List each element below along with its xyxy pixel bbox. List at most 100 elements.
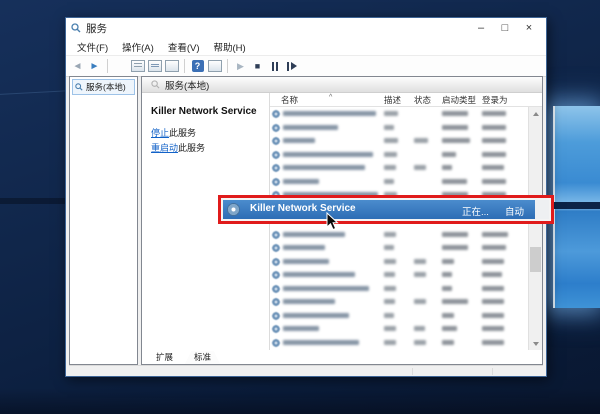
menu-file[interactable]: 文件(F): [70, 40, 115, 54]
services-app-icon: [71, 23, 81, 33]
blurred-text: [384, 165, 396, 170]
column-header-description[interactable]: 描述: [384, 94, 401, 106]
service-gear-icon: [272, 124, 280, 132]
stop-service-link[interactable]: 停止: [151, 128, 169, 138]
blurred-text: [414, 138, 428, 143]
window-title: 服务: [86, 21, 107, 36]
refresh-button[interactable]: [164, 58, 179, 74]
export-list-button[interactable]: [147, 58, 162, 74]
selected-row-scrollbar-gap: [535, 200, 549, 219]
service-row[interactable]: [270, 161, 528, 175]
statusbar-divider: [412, 368, 413, 375]
service-row[interactable]: [270, 121, 528, 135]
service-row[interactable]: [270, 175, 528, 189]
rows-below-selection: [270, 228, 528, 351]
blurred-text: [283, 286, 369, 291]
tab-extended[interactable]: 扩展: [147, 351, 182, 364]
pane-header: 服务(本地): [142, 77, 542, 93]
column-header-logon-as[interactable]: 登录为: [482, 94, 508, 106]
blurred-text: [283, 138, 315, 143]
blurred-text: [442, 111, 468, 116]
blurred-text: [283, 326, 319, 331]
service-row[interactable]: [270, 241, 528, 255]
restart-service-button[interactable]: [284, 58, 299, 74]
service-gear-icon: [272, 258, 280, 266]
blurred-text: [442, 125, 468, 130]
blurred-text: [384, 286, 396, 291]
service-gear-icon: [272, 137, 280, 145]
selected-service-row[interactable]: Killer Network Service 正在... 自动: [223, 200, 535, 219]
blurred-text: [384, 111, 398, 116]
toolbar-separator: [107, 59, 108, 73]
sort-ascending-icon: ^: [329, 94, 332, 101]
menu-help[interactable]: 帮助(H): [206, 40, 252, 54]
service-row[interactable]: [270, 228, 528, 242]
window-pane-icon: [208, 60, 222, 72]
menu-action[interactable]: 操作(A): [115, 40, 161, 54]
blurred-text: [482, 299, 504, 304]
service-row[interactable]: [270, 282, 528, 296]
blurred-text: [442, 245, 468, 250]
blurred-text: [283, 152, 373, 157]
stop-service-icon[interactable]: ■: [250, 58, 265, 74]
scroll-down-icon: [533, 342, 539, 346]
service-row[interactable]: [270, 336, 528, 350]
service-row[interactable]: [270, 148, 528, 162]
blurred-text: [384, 272, 395, 277]
maximize-button[interactable]: □: [493, 19, 517, 37]
help-button[interactable]: ?: [190, 58, 205, 74]
blurred-text: [384, 245, 394, 250]
blurred-text: [442, 138, 470, 143]
pause-service-button[interactable]: [267, 58, 282, 74]
blurred-text: [442, 326, 457, 331]
blurred-text: [482, 286, 504, 291]
column-header-startup-type[interactable]: 启动类型: [442, 94, 476, 106]
extended-view-button[interactable]: [207, 58, 222, 74]
vertical-scrollbar[interactable]: [528, 107, 542, 350]
column-header-status[interactable]: 状态: [414, 94, 431, 106]
wallpaper-bottom-shade: [0, 388, 600, 414]
close-button[interactable]: ×: [517, 19, 541, 37]
properties-button[interactable]: [130, 58, 145, 74]
menu-view[interactable]: 查看(V): [161, 40, 207, 54]
mouse-cursor: [326, 212, 340, 231]
tab-standard[interactable]: 标准: [185, 351, 220, 364]
blurred-text: [442, 340, 454, 345]
blurred-text: [414, 272, 426, 277]
service-row[interactable]: [270, 134, 528, 148]
service-gear-icon: [272, 312, 280, 320]
forward-icon[interactable]: ►: [87, 58, 102, 74]
blurred-text: [414, 165, 426, 170]
pause-icon: [272, 61, 278, 71]
blurred-text: [482, 326, 504, 331]
scroll-up-button[interactable]: [529, 107, 542, 120]
blurred-text: [283, 259, 329, 264]
service-row[interactable]: [270, 349, 528, 350]
back-icon[interactable]: ◄: [70, 58, 85, 74]
scrollbar-thumb[interactable]: [530, 247, 541, 272]
blurred-text: [482, 232, 508, 237]
titlebar[interactable]: 服务 – □ ×: [66, 18, 546, 38]
tree-item-services-local[interactable]: 服务(本地): [72, 79, 135, 95]
service-row[interactable]: [270, 309, 528, 323]
blurred-text: [482, 125, 506, 130]
service-row[interactable]: [270, 295, 528, 309]
service-gear-icon: [272, 285, 280, 293]
service-row[interactable]: [270, 322, 528, 336]
blurred-text: [283, 111, 376, 116]
service-row[interactable]: [270, 107, 528, 121]
toolbar-separator: [227, 59, 228, 73]
show-console-tree-button[interactable]: [113, 58, 128, 74]
scroll-down-button[interactable]: [529, 337, 542, 350]
menubar: 文件(F) 操作(A) 查看(V) 帮助(H): [66, 38, 546, 56]
service-row[interactable]: [270, 268, 528, 282]
start-service-icon[interactable]: ▶: [233, 58, 248, 74]
minimize-button[interactable]: –: [469, 19, 493, 37]
services-node-icon: [75, 83, 83, 91]
service-gear-icon: [272, 231, 280, 239]
blurred-text: [384, 326, 396, 331]
service-row[interactable]: [270, 255, 528, 269]
restart-service-link[interactable]: 重启动: [151, 143, 178, 153]
export-list-icon: [148, 60, 162, 72]
column-header-name[interactable]: 名称: [281, 94, 298, 106]
